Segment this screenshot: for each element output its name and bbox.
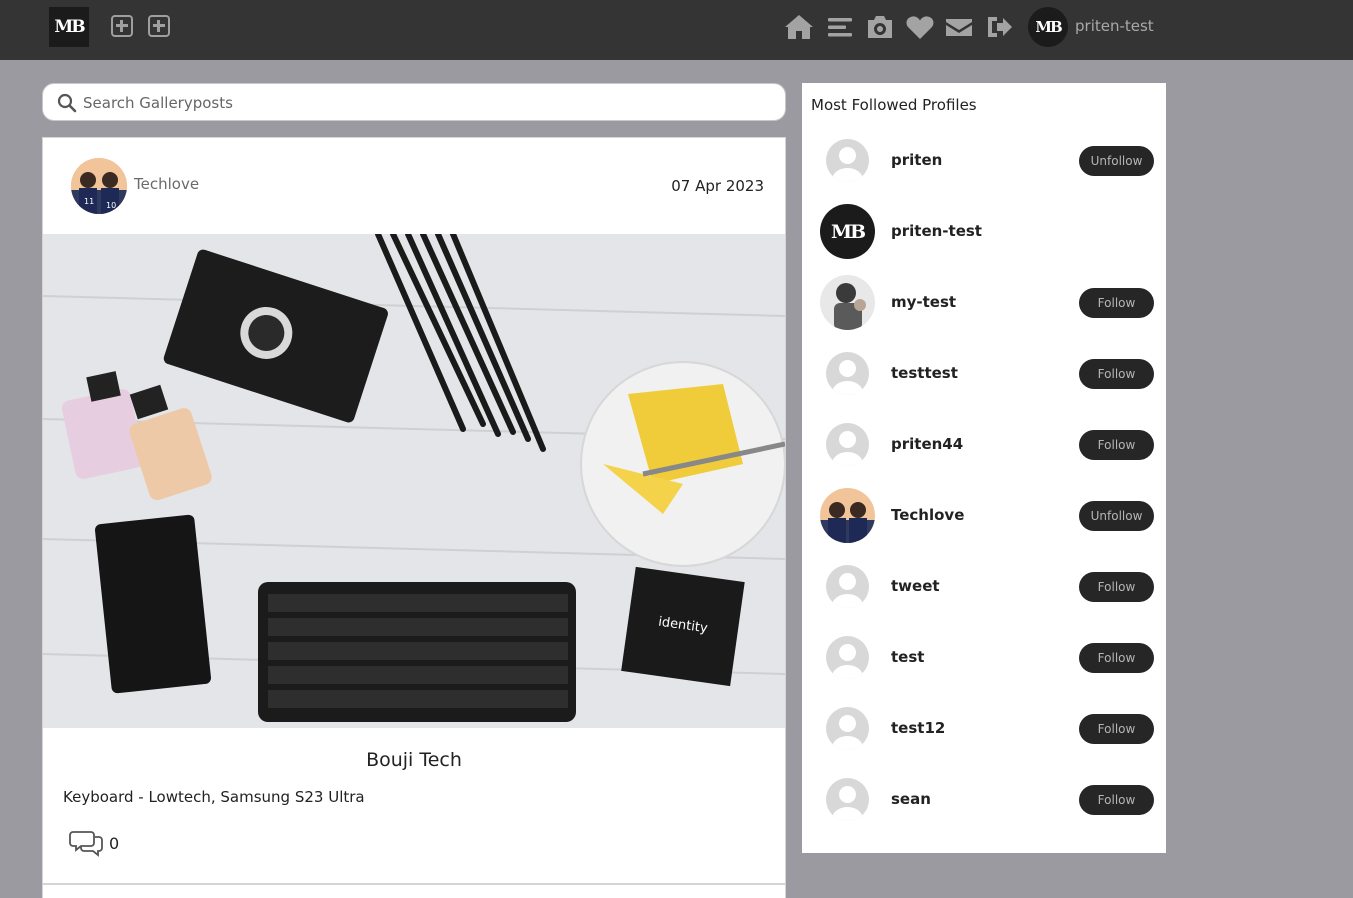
default-avatar-icon[interactable]: [826, 352, 869, 395]
default-avatar-icon[interactable]: [826, 778, 869, 821]
profile-row: test Follow: [802, 622, 1166, 693]
profile-name[interactable]: test12: [891, 719, 945, 737]
follow-button[interactable]: Follow: [1079, 359, 1154, 389]
next-post-card: [42, 884, 786, 898]
post-title: Bouji Tech: [366, 749, 462, 771]
camera-icon[interactable]: [865, 12, 895, 42]
follow-button[interactable]: Follow: [1079, 643, 1154, 673]
default-avatar-icon[interactable]: [826, 565, 869, 608]
svg-text:10: 10: [106, 201, 116, 210]
profile-name[interactable]: sean: [891, 790, 931, 808]
profile-row: test12 Follow: [802, 693, 1166, 764]
post-author-avatar[interactable]: 11 10: [71, 158, 127, 214]
profile-row: priten44 Follow: [802, 409, 1166, 480]
heart-icon[interactable]: [905, 12, 935, 42]
profile-name[interactable]: priten-test: [891, 222, 982, 240]
profile-name[interactable]: testtest: [891, 364, 958, 382]
profile-name[interactable]: test: [891, 648, 924, 666]
search-bar: [42, 83, 786, 121]
search-icon: [57, 93, 77, 113]
envelope-icon[interactable]: [944, 12, 974, 42]
follow-button[interactable]: Follow: [1079, 288, 1154, 318]
profile-name[interactable]: my-test: [891, 293, 956, 311]
post-description: Keyboard - Lowtech, Samsung S23 Ultra: [63, 788, 365, 806]
post-date: 07 Apr 2023: [671, 177, 764, 195]
add-gallery-icon[interactable]: [148, 15, 170, 37]
profile-row: priten Unfollow: [802, 125, 1166, 196]
follow-button[interactable]: Follow: [1079, 785, 1154, 815]
gallery-post: 11 10 Techlove 07 Apr 2023 identity Bouj…: [42, 137, 786, 884]
user-avatar[interactable]: MB: [1028, 7, 1068, 47]
default-avatar-icon[interactable]: [826, 707, 869, 750]
profile-name[interactable]: tweet: [891, 577, 940, 595]
profile-avatar[interactable]: [820, 275, 875, 330]
follow-button[interactable]: Follow: [1079, 430, 1154, 460]
logo[interactable]: MB: [49, 7, 89, 47]
post-author-name[interactable]: Techlove: [134, 175, 199, 193]
add-post-icon[interactable]: [111, 15, 133, 37]
menu-icon[interactable]: [825, 12, 855, 42]
profile-row: sean Follow: [802, 764, 1166, 835]
profile-row: testtest Follow: [802, 338, 1166, 409]
user-avatar-text: MB: [1035, 18, 1062, 36]
profile-name[interactable]: Techlove: [891, 506, 964, 524]
profile-row: my-test Follow: [802, 267, 1166, 338]
profile-name[interactable]: priten44: [891, 435, 963, 453]
follow-button[interactable]: Follow: [1079, 572, 1154, 602]
unfollow-button[interactable]: Unfollow: [1079, 501, 1154, 531]
navbar: MB MB priten-test: [0, 0, 1353, 60]
profile-row: MB priten-test: [802, 196, 1166, 267]
default-avatar-icon[interactable]: [826, 423, 869, 466]
nav-username[interactable]: priten-test: [1075, 17, 1154, 35]
profile-name[interactable]: priten: [891, 151, 942, 169]
comment-count: 0: [109, 834, 120, 853]
sidebar-title: Most Followed Profiles: [811, 96, 977, 114]
post-image[interactable]: identity: [43, 234, 785, 728]
search-input[interactable]: [83, 90, 763, 116]
logo-text: MB: [54, 17, 85, 37]
svg-text:11: 11: [84, 197, 94, 206]
profile-avatar[interactable]: [820, 488, 875, 543]
profile-row: tweet Follow: [802, 551, 1166, 622]
default-avatar-icon[interactable]: [826, 139, 869, 182]
default-avatar-icon[interactable]: [826, 636, 869, 679]
profile-avatar[interactable]: MB: [820, 204, 875, 259]
unfollow-button[interactable]: Unfollow: [1079, 146, 1154, 176]
home-icon[interactable]: [784, 12, 814, 42]
most-followed-sidebar: Most Followed Profiles priten Unfollow M…: [802, 83, 1166, 853]
comment-icon[interactable]: [69, 828, 103, 858]
profile-row: Techlove Unfollow: [802, 480, 1166, 551]
logout-icon[interactable]: [984, 12, 1014, 42]
profile-avatar-text: MB: [830, 220, 866, 243]
follow-button[interactable]: Follow: [1079, 714, 1154, 744]
